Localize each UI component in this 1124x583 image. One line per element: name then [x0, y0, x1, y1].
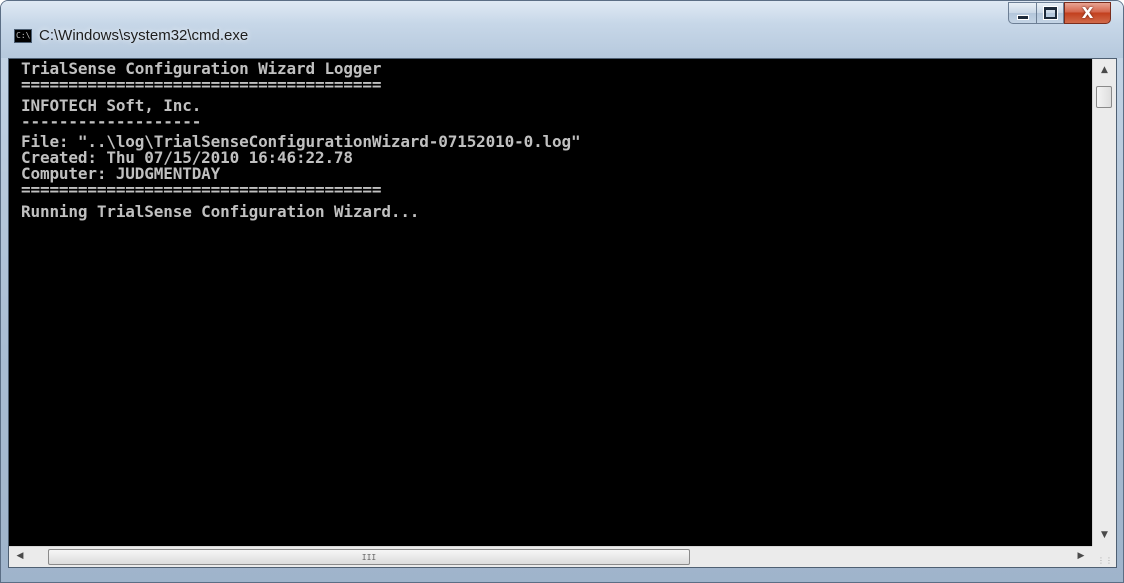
- vertical-scroll-thumb[interactable]: [1096, 86, 1112, 108]
- scroll-grip-icon: III: [361, 553, 377, 562]
- scroll-left-arrow-icon[interactable]: ◀: [9, 551, 31, 561]
- maximize-button[interactable]: [1036, 2, 1064, 24]
- title-bar[interactable]: C:\ C:\Windows\system32\cmd.exe X: [1, 1, 1123, 58]
- console-line: Running TrialSense Configuration Wizard.…: [21, 202, 420, 221]
- minimize-button[interactable]: [1008, 2, 1036, 24]
- horizontal-scrollbar[interactable]: ◀ III ▶: [9, 546, 1092, 567]
- window-title: C:\Windows\system32\cmd.exe: [39, 27, 249, 44]
- console-output[interactable]: TrialSense Configuration Wizard Logger =…: [9, 59, 1092, 546]
- resize-grip-icon: ⋮⋮: [1097, 556, 1113, 565]
- scroll-down-arrow-icon[interactable]: ▼: [1093, 530, 1116, 540]
- vertical-scrollbar[interactable]: ▲ ▼: [1092, 59, 1116, 546]
- close-icon: X: [1081, 4, 1094, 22]
- caption-buttons: X: [1008, 2, 1111, 24]
- maximize-icon: [1042, 6, 1058, 20]
- console-line: ======================================: [21, 75, 382, 94]
- horizontal-scroll-thumb[interactable]: III: [48, 549, 690, 565]
- scroll-up-arrow-icon[interactable]: ▲: [1093, 65, 1116, 75]
- console-line: -------------------: [21, 112, 202, 131]
- resize-grip[interactable]: ⋮⋮: [1092, 546, 1116, 567]
- close-button[interactable]: X: [1064, 2, 1111, 24]
- cmd-app-icon[interactable]: C:\: [14, 29, 32, 43]
- minimize-icon: [1016, 14, 1029, 20]
- scroll-right-arrow-icon[interactable]: ▶: [1070, 551, 1092, 561]
- cmd-window: C:\ C:\Windows\system32\cmd.exe X TrialS…: [0, 0, 1124, 583]
- console-client-area: TrialSense Configuration Wizard Logger =…: [8, 58, 1117, 568]
- console-line: ======================================: [21, 180, 382, 199]
